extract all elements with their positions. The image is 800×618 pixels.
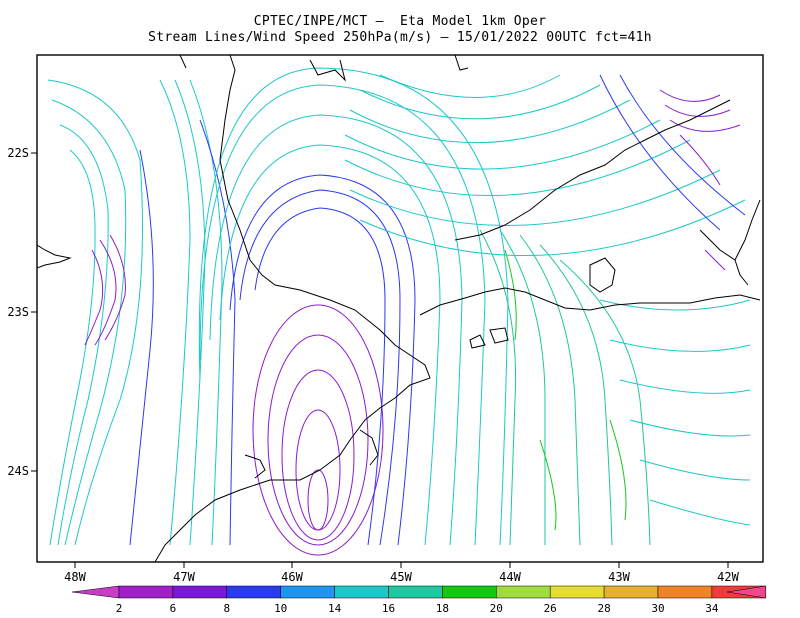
lon-tick-label: 48W — [64, 570, 86, 584]
colorbar-segment — [280, 585, 335, 599]
colorbar-segment — [334, 585, 389, 599]
colorbar-label: 26 — [544, 602, 557, 615]
colorbar-label: 28 — [597, 602, 610, 615]
colorbar-label: 2 — [116, 602, 123, 615]
colorbar-segment — [226, 585, 281, 599]
latitude-ticks: 22S 23S 24S — [7, 146, 37, 478]
colorbar-label: 10 — [274, 602, 287, 615]
colorbar-label: 30 — [651, 602, 664, 615]
lat-tick-label: 24S — [7, 464, 29, 478]
colorbar-label: 20 — [490, 602, 503, 615]
lon-tick-label: 47W — [173, 570, 195, 584]
lon-tick-label: 44W — [499, 570, 521, 584]
lat-tick-label: 22S — [7, 146, 29, 160]
colorbar-segment — [549, 585, 605, 599]
colorbar-left-arrow — [71, 585, 120, 599]
colorbar-label: 8 — [223, 602, 230, 615]
colorbar-label: 14 — [328, 602, 342, 615]
colorbar-label: 16 — [382, 602, 395, 615]
colorbar-segment — [172, 585, 228, 599]
longitude-ticks: 48W 47W 46W 45W 44W 43W 42W — [64, 562, 740, 584]
colorbar-label: 34 — [705, 602, 719, 615]
colorbar-label: 6 — [170, 602, 177, 615]
colorbar-label: 18 — [436, 602, 449, 615]
lat-tick-label: 23S — [7, 305, 29, 319]
wind-speed-colorbar: 2 6 8 10 14 16 18 20 26 28 30 34 — [71, 585, 767, 615]
colorbar-segment — [442, 585, 497, 599]
lon-tick-label: 42W — [717, 570, 739, 584]
colorbar-segment — [388, 585, 443, 599]
lon-tick-label: 45W — [390, 570, 412, 584]
colorbar-segment — [657, 585, 713, 599]
streamline-map: 48W 47W 46W 45W 44W 43W 42W 22S23S24S 2 6 8 10 14 1… — [7, 54, 767, 615]
colorbar-segment — [496, 585, 551, 599]
plot-area — [37, 55, 763, 562]
lon-tick-label: 46W — [281, 570, 303, 584]
lon-tick-label: 43W — [608, 570, 630, 584]
colorbar-segment — [603, 585, 659, 599]
colorbar-segment — [118, 585, 174, 599]
